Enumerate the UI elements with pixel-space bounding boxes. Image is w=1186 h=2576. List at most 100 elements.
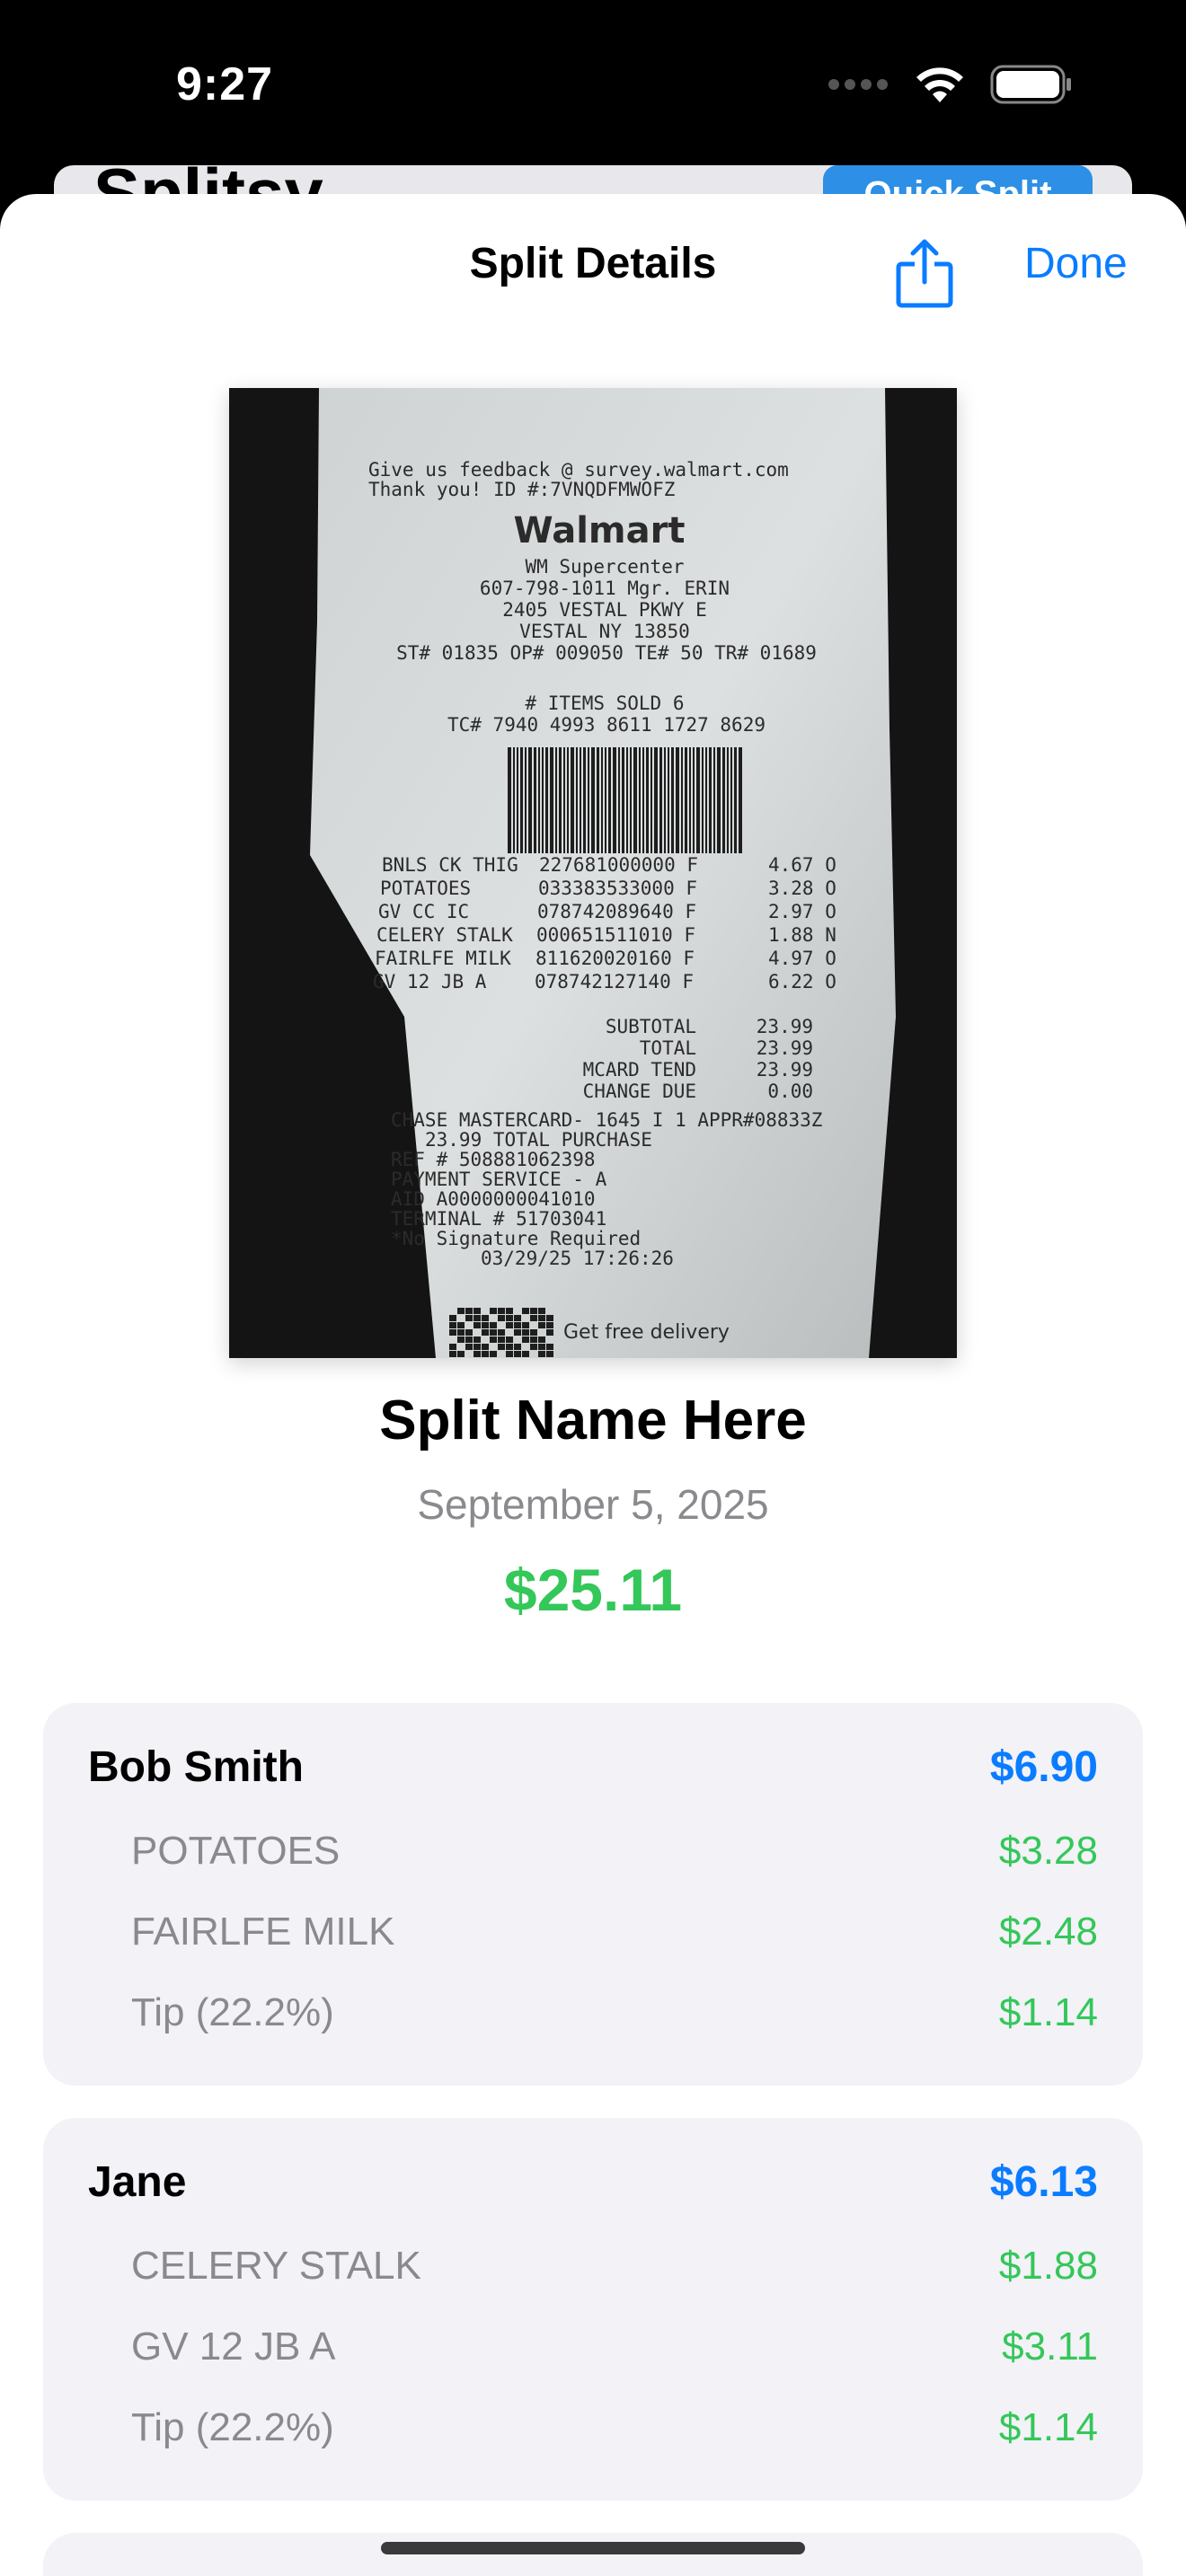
barcode-bar — [508, 747, 511, 853]
barcode-bar — [550, 747, 553, 853]
receipt-photo[interactable]: Give us feedback @ survey.walmart.com Tha… — [229, 388, 957, 1358]
qr-module — [482, 1344, 489, 1350]
qr-module — [482, 1351, 489, 1357]
barcode-bar — [576, 747, 578, 853]
list-item: Tip (22.2%) $1.14 — [131, 2405, 1098, 2450]
qr-module — [490, 1308, 497, 1314]
barcode-bar — [646, 747, 649, 853]
barcode-bar — [545, 747, 548, 853]
qr-module — [465, 1315, 473, 1321]
qr-module — [514, 1351, 521, 1357]
barcode-bar — [659, 747, 662, 853]
receipt-image-svg: Give us feedback @ survey.walmart.comTha… — [229, 388, 957, 1358]
barcode-bar — [717, 747, 721, 853]
receipt-item-code: 033383533000 F — [538, 878, 697, 899]
qr-module — [522, 1337, 529, 1343]
barcode-bar — [513, 747, 515, 853]
item-price: $1.14 — [998, 1990, 1098, 2034]
receipt-item-name: CELERY STALK — [376, 924, 513, 946]
person-name: Bob Smith — [88, 1743, 304, 1791]
home-indicator[interactable] — [381, 2542, 805, 2554]
receipt-item-name: FAIRLFE MILK — [375, 948, 511, 969]
qr-module — [522, 1322, 529, 1328]
qr-module — [490, 1337, 497, 1343]
qr-module — [498, 1308, 505, 1314]
qr-module — [482, 1315, 489, 1321]
barcode-bar — [639, 747, 641, 853]
item-name: Tip (22.2%) — [131, 1990, 334, 2034]
barcode-bar — [633, 747, 637, 853]
qr-module — [465, 1329, 473, 1336]
barcode-bar — [676, 747, 679, 853]
barcode-bar — [563, 747, 565, 853]
qr-module — [474, 1315, 481, 1321]
barcode-bar — [654, 747, 658, 853]
receipt-total-label: CHANGE DUE — [583, 1081, 696, 1102]
receipt-store-line: ST# 01835 OP# 009050 TE# 50 TR# 01689 — [396, 642, 817, 664]
qr-module — [514, 1315, 521, 1321]
receipt-footer-line: TERMINAL # 51703041 — [391, 1208, 606, 1230]
barcode-bar — [693, 747, 695, 853]
barcode-bar — [520, 747, 523, 853]
done-button[interactable]: Done — [1024, 239, 1128, 288]
person-name: Jane — [88, 2158, 187, 2206]
barcode-bar — [727, 747, 729, 853]
qr-module — [490, 1322, 497, 1328]
receipt-item-name: POTATOES — [380, 878, 471, 899]
qr-module — [538, 1322, 545, 1328]
qr-module — [457, 1337, 465, 1343]
battery-icon — [990, 65, 1071, 104]
item-name: Tip (22.2%) — [131, 2405, 334, 2449]
barcode-bar — [681, 747, 683, 853]
barcode-bar — [588, 747, 589, 853]
receipt-total-label: SUBTOTAL — [606, 1016, 696, 1037]
qr-module — [457, 1308, 465, 1314]
person-header: Bob Smith $6.90 — [88, 1742, 1098, 1792]
qr-module — [457, 1351, 465, 1357]
barcode-bar — [630, 747, 632, 853]
item-price: $2.48 — [998, 1910, 1098, 1954]
qr-module — [546, 1315, 553, 1321]
barcode-bar — [571, 747, 574, 853]
barcode-bar — [651, 747, 652, 853]
qr-module — [530, 1344, 537, 1350]
qr-module — [538, 1308, 545, 1314]
barcode-bar — [528, 747, 532, 853]
qr-module — [482, 1322, 489, 1328]
receipt-item-code: 078742089640 F — [537, 901, 696, 922]
qr-module — [474, 1344, 481, 1350]
receipt-total-label: MCARD TEND — [583, 1059, 696, 1081]
item-price: $1.14 — [998, 2405, 1098, 2449]
share-button[interactable] — [893, 237, 956, 309]
barcode-bar — [597, 747, 599, 853]
person-total: $6.90 — [989, 1743, 1098, 1791]
receipt-item-price: 4.67 O — [768, 854, 836, 876]
receipt-footer-line: AID A0000000041010 — [391, 1188, 596, 1210]
barcode-bar — [689, 747, 691, 853]
qr-module — [506, 1344, 513, 1350]
qr-module — [522, 1351, 529, 1357]
barcode-bar — [608, 747, 611, 853]
person-card[interactable] — [43, 2533, 1143, 2576]
receipt-item-price: 6.22 O — [768, 971, 836, 992]
receipt-footer-line: *No Signature Required — [391, 1228, 641, 1249]
barcode-bar — [542, 747, 544, 853]
qr-module — [498, 1329, 505, 1336]
receipt-tc-line: TC# 7940 4993 8611 1727 8629 — [447, 714, 766, 736]
receipt-total-label: TOTAL — [640, 1037, 696, 1059]
qr-module — [514, 1329, 521, 1336]
qr-module — [514, 1322, 521, 1328]
qr-module — [538, 1351, 545, 1357]
nav-title: Split Details — [469, 240, 717, 287]
barcode-bar — [525, 747, 527, 853]
person-card[interactable]: Jane $6.13 CELERY STALK $1.88 GV 12 JB A… — [43, 2118, 1143, 2501]
cellular-signal-icon — [828, 79, 888, 90]
person-card[interactable]: Bob Smith $6.90 POTATOES $3.28 FAIRLFE M… — [43, 1703, 1143, 2086]
qr-module — [530, 1337, 537, 1343]
receipt-footer-line: 03/29/25 17:26:26 — [481, 1248, 674, 1269]
barcode-bar — [567, 747, 569, 853]
qr-module — [449, 1315, 456, 1321]
qr-module — [522, 1308, 529, 1314]
receipt-item-code: 000651511010 F — [536, 924, 695, 946]
item-name: CELERY STALK — [131, 2244, 421, 2288]
